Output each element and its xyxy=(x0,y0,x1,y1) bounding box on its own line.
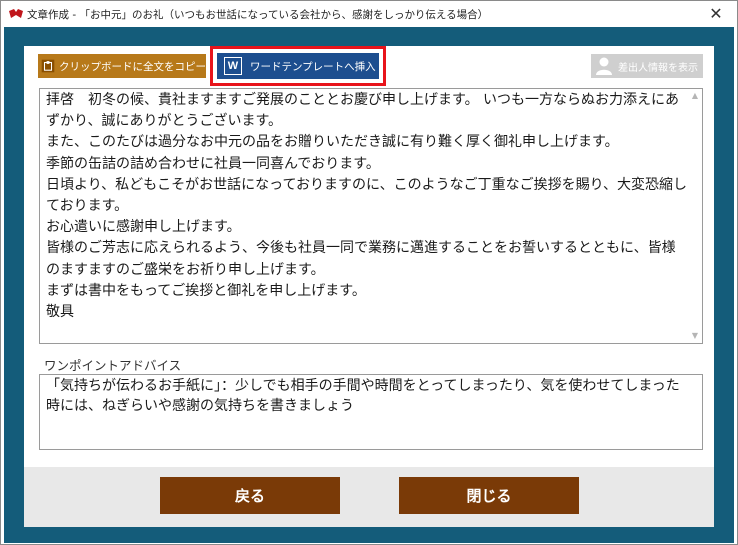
title-bar: 文章作成 - 「お中元」のお礼（いつもお世話になっている会社から、感謝をしっかり… xyxy=(1,1,737,27)
advice-text: 「気持ちが伝わるお手紙に」：少しでも相手の手間や時間をとってしまったり、気を使わ… xyxy=(46,378,680,414)
letter-text-area[interactable]: 拝啓 初冬の候、貴社ますますご発展のこととお慶び申し上げます。 いつも一方ならぬ… xyxy=(39,88,703,344)
sender-button-label: 差出人情報を表示 xyxy=(618,62,698,74)
close-button[interactable]: 閉じる xyxy=(399,477,579,514)
person-icon xyxy=(596,57,612,75)
letter-line: お心遣いに感謝申し上げます。 xyxy=(46,219,241,236)
window-close-button[interactable]: ✕ xyxy=(705,3,727,25)
scroll-up-icon[interactable]: ▲ xyxy=(690,91,700,101)
content-frame: クリップボードに全文をコピー W ワードテンプレートへ挿入 差出人情報を表示 拝… xyxy=(4,27,734,543)
letter-line: 敬具 xyxy=(46,304,74,321)
letter-line: 季節の缶詰の詰め合わせに社員一同喜んでおります。 xyxy=(46,155,380,172)
window-title: 文章作成 - 「お中元」のお礼（いつもお世話になっている会社から、感謝をしっかり… xyxy=(27,9,489,21)
word-icon: W xyxy=(224,57,242,75)
letter-line: 皆様のご芳志に応えられるよう、今後も社員一同で業務に邁進することをお誓いするとと… xyxy=(46,240,676,278)
advice-heading: ワンポイントアドバイス xyxy=(44,358,182,373)
copy-to-clipboard-button[interactable]: クリップボードに全文をコピー xyxy=(38,54,206,78)
letter-line: また、このたびは過分なお中元の品をお贈りいただき誠に有り難く厚く御礼申し上げます… xyxy=(46,134,619,151)
advice-text-area[interactable]: 「気持ちが伝わるお手紙に」：少しでも相手の手間や時間をとってしまったり、気を使わ… xyxy=(39,374,703,450)
footer-bar: 戻る 閉じる xyxy=(24,467,714,527)
copy-button-label: クリップボードに全文をコピー xyxy=(59,60,206,73)
scroll-down-icon[interactable]: ▼ xyxy=(690,331,700,341)
word-button-label: ワードテンプレートへ挿入 xyxy=(250,60,376,73)
letter-line: 拝啓 初冬の候、貴社ますますご発展のこととお慶び申し上げます。 いつも一方ならぬ… xyxy=(46,92,680,130)
back-button[interactable]: 戻る xyxy=(160,477,340,514)
letter-line: まずは書中をもってご挨拶と御礼を申し上げます。 xyxy=(46,282,366,299)
main-panel: クリップボードに全文をコピー W ワードテンプレートへ挿入 差出人情報を表示 拝… xyxy=(24,46,714,527)
clipboard-icon xyxy=(41,59,55,73)
show-sender-info-button[interactable]: 差出人情報を表示 xyxy=(591,54,703,78)
app-window: 文章作成 - 「お中元」のお礼（いつもお世話になっている会社から、感謝をしっかり… xyxy=(0,0,738,545)
insert-word-template-button[interactable]: W ワードテンプレートへ挿入 xyxy=(217,53,379,79)
letter-line: 日頃より、私どもこそがお世話になっておりますのに、このようなご丁重なご挨拶を賜り… xyxy=(46,176,688,215)
app-logo-icon xyxy=(9,9,23,18)
